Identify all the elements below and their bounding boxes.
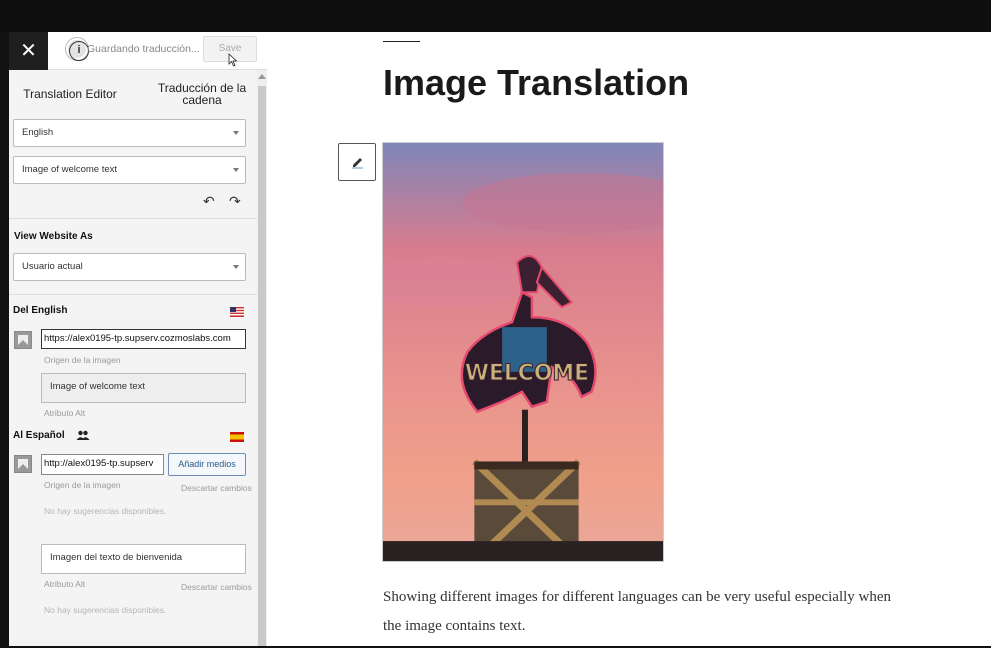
no-suggestions-text: No hay sugerencias disponibles.: [44, 605, 167, 615]
target-image-src-label: Origen de la imagen: [44, 480, 121, 490]
tab-translation-editor[interactable]: Translation Editor: [11, 88, 129, 100]
view-as-select[interactable]: Usuario actual: [13, 253, 246, 281]
target-alt-label: Atributo Alt: [44, 579, 86, 589]
spain-flag-icon: [230, 432, 244, 442]
pencil-icon: [352, 158, 363, 169]
translation-editor-panel: ✕ Guardando traducción... Save Translati…: [9, 32, 267, 646]
source-alt-textarea[interactable]: Image of welcome text: [41, 373, 246, 403]
add-media-button[interactable]: Añadir medios: [168, 453, 246, 476]
view-as-heading: View Website As: [14, 231, 93, 242]
target-image-url-input[interactable]: http://alex0195-tp.supserv: [41, 454, 164, 475]
source-language-heading: Del English: [13, 305, 68, 316]
tab-string-translation[interactable]: Traducción de la cadena: [149, 82, 255, 106]
image-icon[interactable]: [14, 331, 32, 349]
source-image-url-input[interactable]: https://alex0195-tp.supserv.cozmoslabs.c…: [41, 329, 246, 349]
close-button[interactable]: ✕: [9, 32, 48, 70]
title-rule: [383, 41, 420, 42]
users-icon: [76, 430, 90, 440]
discard-changes-link[interactable]: Descartar cambios: [181, 582, 252, 592]
source-alt-label: Atributo Alt: [44, 408, 86, 418]
target-alt-textarea[interactable]: Imagen del texto de bienvenida: [41, 544, 246, 574]
mouse-cursor-icon: [228, 53, 238, 67]
us-flag-icon: [230, 307, 244, 317]
page-title: Image Translation: [383, 62, 690, 103]
welcome-sign-image[interactable]: WELCOME: [382, 142, 664, 562]
string-select[interactable]: Image of welcome text: [13, 156, 246, 184]
sign-welcome-text: WELCOME: [465, 361, 589, 386]
editor-header: ✕ Guardando traducción... Save: [9, 32, 267, 70]
image-icon[interactable]: [14, 455, 32, 473]
panel-scrollbar[interactable]: [257, 70, 267, 646]
page-paragraph: Showing different images for different l…: [383, 589, 892, 634]
discard-changes-link[interactable]: Descartar cambios: [181, 483, 252, 493]
target-language-heading: Al Español: [13, 430, 65, 441]
divider: [9, 294, 257, 295]
language-select[interactable]: English: [13, 119, 246, 147]
top-bar: [0, 0, 991, 32]
divider: [9, 218, 257, 219]
edit-image-button[interactable]: [338, 143, 376, 181]
website-preview: Image Translation WELCOME Showing differ…: [267, 32, 991, 646]
saving-status: Guardando traducción...: [87, 43, 200, 55]
no-suggestions-text: No hay sugerencias disponibles.: [44, 506, 167, 516]
redo-icon[interactable]: ↷: [229, 193, 241, 210]
info-icon[interactable]: [66, 38, 89, 61]
source-image-src-label: Origen de la imagen: [44, 355, 121, 365]
undo-icon[interactable]: ↶: [203, 193, 215, 210]
close-icon: ✕: [20, 40, 37, 62]
